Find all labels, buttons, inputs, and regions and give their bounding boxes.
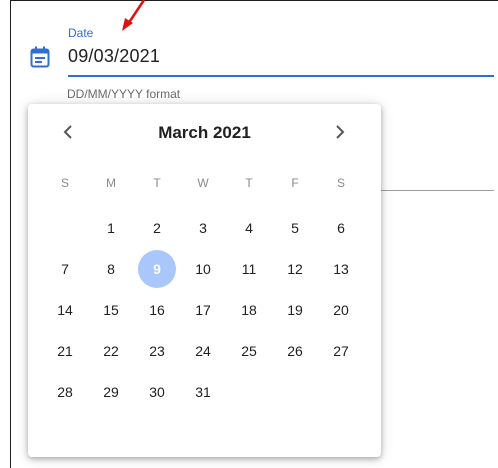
date-field[interactable]: Date 09/03/2021 <box>28 22 494 82</box>
calendar-day[interactable]: 12 <box>272 250 318 288</box>
calendar-day[interactable]: 22 <box>88 332 134 370</box>
calendar-day-number: 7 <box>61 261 69 277</box>
weekday-label: S <box>60 176 69 190</box>
calendar-day[interactable]: 20 <box>318 291 364 329</box>
calendar-day-number: 21 <box>57 343 73 359</box>
weekday-label: T <box>153 176 161 190</box>
calendar-day[interactable]: 13 <box>318 250 364 288</box>
calendar-day-number: 9 <box>153 261 161 277</box>
calendar-day-number: 6 <box>337 220 345 236</box>
calendar-empty-cell <box>42 209 88 247</box>
calendar-day[interactable]: 11 <box>226 250 272 288</box>
calendar-day-number: 16 <box>149 302 165 318</box>
calendar-week-row: 21 22 23 24 25 26 27 <box>42 332 364 370</box>
calendar-day[interactable]: 29 <box>88 373 134 411</box>
calendar-day[interactable]: 15 <box>88 291 134 329</box>
calendar-day-number: 23 <box>149 343 165 359</box>
calendar-day-number: 17 <box>195 302 211 318</box>
calendar-day[interactable]: 21 <box>42 332 88 370</box>
calendar-empty-cell <box>272 373 318 411</box>
calendar-day[interactable]: 23 <box>134 332 180 370</box>
weekday-label: S <box>336 176 345 190</box>
weekday-label: M <box>106 176 116 190</box>
weekday-label: W <box>197 176 209 190</box>
next-month-button[interactable] <box>328 120 352 144</box>
calendar-day-number: 10 <box>195 261 211 277</box>
chevron-right-icon <box>336 125 345 139</box>
calendar-day[interactable]: 24 <box>180 332 226 370</box>
calendar-day[interactable]: 14 <box>42 291 88 329</box>
calendar-day[interactable]: 27 <box>318 332 364 370</box>
calendar-icon[interactable] <box>30 46 50 68</box>
calendar-day[interactable]: 16 <box>134 291 180 329</box>
calendar-day-number: 28 <box>57 384 73 400</box>
calendar-day[interactable]: 18 <box>226 291 272 329</box>
calendar-day-number: 11 <box>241 261 257 277</box>
calendar-day-number: 1 <box>107 220 115 236</box>
calendar-day[interactable]: 2 <box>134 209 180 247</box>
calendar-day[interactable]: 31 <box>180 373 226 411</box>
calendar-day-number: 3 <box>199 220 207 236</box>
calendar-week-row: 14 15 16 17 18 19 20 <box>42 291 364 329</box>
calendar-week-row: 7 8 9 10 11 12 13 <box>42 250 364 288</box>
calendar-day[interactable]: 30 <box>134 373 180 411</box>
calendar-day-number: 22 <box>103 343 119 359</box>
calendar-day-number: 14 <box>57 302 73 318</box>
calendar-day[interactable]: 6 <box>318 209 364 247</box>
calendar-day[interactable]: 19 <box>272 291 318 329</box>
calendar-day-number: 2 <box>153 220 161 236</box>
calendar-day-number: 24 <box>195 343 211 359</box>
calendar-day[interactable]: 26 <box>272 332 318 370</box>
date-picker-popup: March 2021 S M T W T F S 1 2 3 4 5 6 7 8 9 10 11 12… <box>28 104 381 457</box>
calendar-day[interactable]: 17 <box>180 291 226 329</box>
calendar-day-number: 8 <box>107 261 115 277</box>
calendar-day[interactable]: 7 <box>42 250 88 288</box>
date-input[interactable]: 09/03/2021 <box>68 46 160 67</box>
calendar-day[interactable]: 3 <box>180 209 226 247</box>
calendar-day[interactable]: 1 <box>88 209 134 247</box>
weekday-header-row: S M T W T F S <box>42 176 364 190</box>
weekday-label: F <box>291 176 299 190</box>
calendar-day-number: 27 <box>333 343 349 359</box>
second-field-underline <box>378 190 494 191</box>
calendar-day[interactable]: 25 <box>226 332 272 370</box>
calendar-day-number: 25 <box>241 343 257 359</box>
calendar-week-row: 1 2 3 4 5 6 <box>42 209 364 247</box>
date-field-underline <box>68 75 494 77</box>
calendar-day-number: 29 <box>103 384 119 400</box>
calendar-empty-cell <box>226 373 272 411</box>
calendar-day-number: 12 <box>287 261 303 277</box>
calendar-day[interactable]: 8 <box>88 250 134 288</box>
calendar-day-number: 31 <box>195 384 211 400</box>
date-format-hint: DD/MM/YYYY format <box>67 87 181 101</box>
calendar-day-selected[interactable]: 9 <box>134 250 180 288</box>
weekday-label: T <box>245 176 253 190</box>
calendar-day-number: 4 <box>245 220 253 236</box>
date-field-label: Date <box>68 26 94 40</box>
calendar-day-number: 20 <box>333 302 349 318</box>
calendar-day-number: 26 <box>287 343 303 359</box>
calendar-day-number: 13 <box>333 261 349 277</box>
calendar-day-number: 18 <box>241 302 257 318</box>
calendar-day[interactable]: 10 <box>180 250 226 288</box>
calendar-day-number: 19 <box>287 302 303 318</box>
calendar-day[interactable]: 28 <box>42 373 88 411</box>
calendar-day-number: 30 <box>149 384 165 400</box>
calendar-day-number: 5 <box>291 220 299 236</box>
calendar-day[interactable]: 5 <box>272 209 318 247</box>
calendar-day[interactable]: 4 <box>226 209 272 247</box>
calendar-empty-cell <box>318 373 364 411</box>
calendar-week-row: 28 29 30 31 <box>42 373 364 411</box>
calendar-day-number: 15 <box>103 302 119 318</box>
